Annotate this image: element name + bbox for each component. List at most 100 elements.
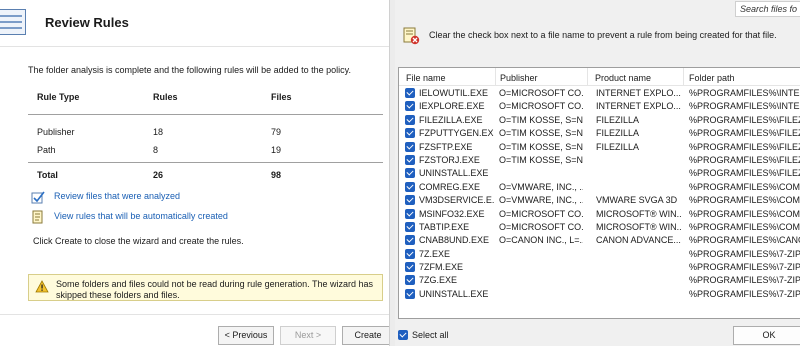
file-name-cell: IELOWUTIL.EXE	[419, 88, 489, 98]
create-button[interactable]: Create	[342, 326, 389, 345]
rules-count-cell: 8	[153, 145, 159, 155]
file-checkbox[interactable]	[405, 88, 415, 98]
publisher-cell: O=MICROSOFT CO...	[499, 208, 583, 219]
file-name-cell: 7Z.EXE	[419, 248, 451, 259]
file-checkbox[interactable]	[405, 128, 415, 139]
column-header-folder-path[interactable]: Folder path	[689, 73, 735, 83]
checklist-icon	[31, 191, 45, 204]
rules-document-icon	[32, 210, 43, 224]
file-checkbox[interactable]	[405, 248, 415, 259]
publisher-cell: O=CANON INC., L=...	[499, 235, 583, 246]
publisher-cell: O=TIM KOSSE, S=N...	[499, 154, 583, 165]
list-item[interactable]: IEXPLORE.EXE O=MICROSOFT CO... INTERNET EX…	[399, 100, 800, 113]
file-checkbox[interactable]	[405, 168, 415, 179]
search-files-input[interactable]: Search files fo	[735, 1, 800, 17]
file-checkbox[interactable]	[405, 181, 415, 192]
list-item[interactable]: 7ZG.EXE %PROGRAMFILES%\7-ZIP	[399, 274, 800, 287]
file-checkbox[interactable]	[405, 101, 415, 112]
file-name-cell: IEXPLORE.EXE	[419, 101, 485, 112]
review-files-link[interactable]: Review files that were analyzed	[54, 191, 180, 201]
footer-divider	[0, 314, 389, 315]
files-count-cell: 79	[271, 127, 282, 137]
analyzed-files-dialog: Search files fo Clear the check box next…	[395, 0, 800, 346]
table-row: Publisher 18 79	[28, 123, 383, 141]
column-header-files: Files	[271, 92, 292, 102]
file-checkbox[interactable]	[405, 288, 415, 299]
file-name-cell: UNINSTALL.EXE	[419, 168, 489, 179]
folder-path-cell: %PROGRAMFILES%\FILEZIL	[689, 168, 800, 179]
table-row: Path 8 19	[28, 141, 383, 159]
ok-button[interactable]: OK	[733, 326, 800, 345]
file-name-cell: COMREG.EXE	[419, 181, 481, 192]
rules-count-cell: 18	[153, 127, 164, 137]
remove-document-icon	[403, 27, 420, 45]
checkbox-checked-icon[interactable]	[398, 330, 408, 340]
folder-path-cell: %PROGRAMFILES%\7-ZIP	[689, 262, 800, 273]
list-item[interactable]: IELOWUTIL.EXE O=MICROSOFT CO... INTERNET E…	[399, 87, 800, 100]
file-checkbox[interactable]	[405, 262, 415, 273]
table-total-row: Total 26 98	[28, 163, 383, 185]
file-checkbox[interactable]	[405, 208, 415, 219]
file-name-cell: 7ZG.EXE	[419, 275, 458, 286]
warning-banner: Some folders and files could not be read…	[28, 274, 383, 301]
publisher-cell: O=TIM KOSSE, S=N...	[499, 128, 583, 139]
list-item[interactable]: 7ZFM.EXE %PROGRAMFILES%\7-ZIP	[399, 261, 800, 274]
file-rows: IELOWUTIL.EXE O=MICROSOFT CO... INTERNET E…	[399, 87, 800, 301]
publisher-cell: O=TIM KOSSE, S=N...	[499, 141, 583, 152]
warning-text: Some folders and files could not be read…	[56, 279, 374, 300]
product-name-cell: INTERNET EXPLO...	[596, 88, 681, 98]
folder-path-cell: %PROGRAMFILES%\INTERN	[689, 101, 800, 112]
files-count-cell: 19	[271, 145, 282, 155]
rule-type-cell: Publisher	[37, 127, 75, 137]
list-item[interactable]: FZPUTTYGEN.EXE O=TIM KOSSE, S=N... FILEZIL…	[399, 127, 800, 140]
file-checkbox[interactable]	[405, 154, 415, 165]
rule-type-cell: Path	[37, 145, 56, 155]
rules-list-icon	[0, 9, 26, 35]
file-checkbox[interactable]	[405, 195, 415, 206]
file-name-cell: FZSTORJ.EXE	[419, 154, 480, 165]
warning-icon	[35, 280, 49, 293]
list-item[interactable]: COMREG.EXE O=VMWARE, INC., ... %PROGRAMFIL…	[399, 181, 800, 194]
rules-summary-table: Rule Type Rules Files Publisher 18 79 Pa…	[28, 88, 383, 185]
file-name-cell: FZSFTP.EXE	[419, 141, 473, 152]
page-title: Review Rules	[45, 15, 129, 30]
close-instruction-text: Click Create to close the wizard and cre…	[33, 236, 244, 246]
list-item[interactable]: FILEZILLA.EXE O=TIM KOSSE, S=N... FILEZILL…	[399, 114, 800, 127]
folder-path-cell: %PROGRAMFILES%\INTERN	[689, 88, 800, 98]
previous-button[interactable]: < Previous	[218, 326, 274, 345]
file-name-cell: MSINFO32.EXE	[419, 208, 485, 219]
file-checkbox[interactable]	[405, 235, 415, 246]
file-name-cell: 7ZFM.EXE	[419, 262, 464, 273]
list-item[interactable]: FZSTORJ.EXE O=TIM KOSSE, S=N... %PROGRAMFI…	[399, 154, 800, 167]
column-header-rule-type: Rule Type	[37, 92, 80, 102]
column-header-product-name[interactable]: Product name	[595, 73, 651, 83]
list-item[interactable]: TABTIP.EXE O=MICROSOFT CO... MICROSOFT® WI…	[399, 221, 800, 234]
view-rules-link[interactable]: View rules that will be automatically cr…	[54, 211, 228, 221]
file-checkbox[interactable]	[405, 114, 415, 125]
list-item[interactable]: FZSFTP.EXE O=TIM KOSSE, S=N... FILEZILLA %P…	[399, 141, 800, 154]
file-checkbox[interactable]	[405, 141, 415, 152]
list-item[interactable]: UNINSTALL.EXE %PROGRAMFILES%\FILEZIL	[399, 167, 800, 180]
publisher-cell: O=MICROSOFT CO...	[499, 221, 583, 232]
product-name-cell: VMWARE SVGA 3D	[596, 195, 678, 206]
wizard-header: Review Rules	[0, 0, 389, 46]
folder-path-cell: %PROGRAMFILES%\7-ZIP	[689, 275, 800, 286]
publisher-cell: O=VMWARE, INC., ...	[499, 181, 583, 192]
list-item[interactable]: CNAB8UND.EXE O=CANON INC., L=... CANON ADV…	[399, 234, 800, 247]
column-header-publisher[interactable]: Publisher	[500, 73, 538, 83]
review-rules-wizard: Review Rules The folder analysis is comp…	[0, 0, 389, 346]
list-item[interactable]: 7Z.EXE %PROGRAMFILES%\7-ZIP	[399, 248, 800, 261]
list-header: File name Publisher Product name Folder …	[399, 68, 800, 86]
list-item[interactable]: MSINFO32.EXE O=MICROSOFT CO... MICROSOFT® …	[399, 208, 800, 221]
folder-path-cell: %PROGRAMFILES%\COMMO	[689, 221, 800, 232]
column-header-rules: Rules	[153, 92, 178, 102]
column-header-file-name[interactable]: File name	[406, 73, 446, 83]
intro-text: The folder analysis is complete and the …	[28, 65, 352, 75]
file-checkbox[interactable]	[405, 275, 415, 286]
next-button[interactable]: Next >	[280, 326, 336, 345]
list-item[interactable]: UNINSTALL.EXE %PROGRAMFILES%\7-ZIP	[399, 288, 800, 301]
list-item[interactable]: VM3DSERVICE.E... O=VMWARE, INC., ... VMWAR…	[399, 194, 800, 207]
folder-path-cell: %PROGRAMFILES%\COMMO	[689, 195, 800, 206]
product-name-cell: MICROSOFT® WIN...	[596, 208, 682, 219]
file-checkbox[interactable]	[405, 221, 415, 232]
